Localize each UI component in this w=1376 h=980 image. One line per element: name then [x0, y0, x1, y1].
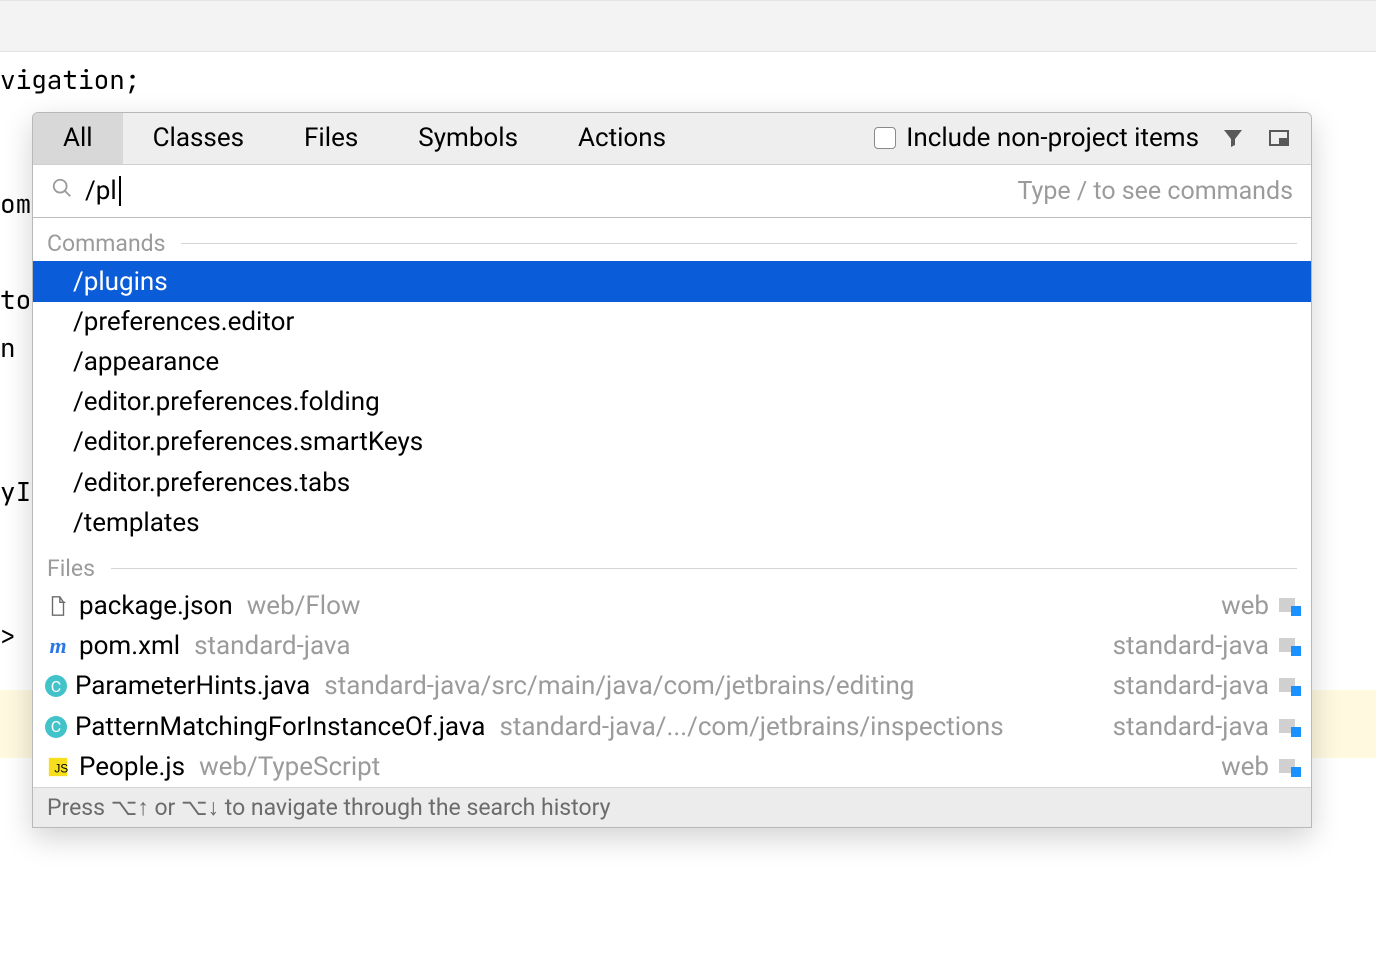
file-row[interactable]: JS People.js web/TypeScript web	[33, 747, 1311, 787]
search-everywhere-popup: All Classes Files Symbols Actions Includ…	[32, 112, 1312, 828]
js-file-icon: JS	[45, 754, 71, 780]
command-row[interactable]: /editor.preferences.tabs	[33, 463, 1311, 503]
file-module: web	[1221, 591, 1301, 621]
search-icon	[51, 176, 73, 206]
command-label: /appearance	[73, 347, 219, 377]
file-path: standard-java	[194, 631, 350, 661]
file-path: web/Flow	[247, 591, 361, 621]
divider	[111, 568, 1297, 569]
module-icon	[1279, 598, 1301, 614]
command-row[interactable]: /appearance	[33, 342, 1311, 382]
text-caret	[119, 176, 121, 206]
tab-label: Actions	[578, 123, 666, 153]
module-label: web	[1221, 591, 1269, 621]
search-hint: Type / to see commands	[1018, 177, 1294, 206]
file-module: standard-java	[1113, 712, 1301, 742]
code-fragment-left: om to n yI >	[0, 180, 35, 660]
file-module: web	[1221, 752, 1301, 782]
tabs-right-controls: Include non-project items	[874, 113, 1311, 164]
json-file-icon	[45, 593, 71, 619]
file-path: standard-java/.../com/jetbrains/inspecti…	[499, 712, 1003, 742]
open-as-toolwindow-icon[interactable]	[1267, 126, 1291, 150]
file-name: pom.xml	[79, 631, 180, 661]
code-fragment-top: vigation;	[0, 62, 140, 97]
svg-text:JS: JS	[54, 761, 68, 775]
file-row[interactable]: C PatternMatchingForInstanceOf.java stan…	[33, 707, 1311, 747]
class-file-icon: C	[45, 675, 67, 697]
module-label: web	[1221, 752, 1269, 782]
search-row: /pl Type / to see commands	[33, 165, 1311, 219]
tab-label: All	[63, 123, 93, 153]
search-tabs: All Classes Files Symbols Actions Includ…	[33, 113, 1311, 165]
file-name: package.json	[79, 591, 233, 621]
editor-toolbar	[0, 0, 1376, 52]
file-module: standard-java	[1113, 671, 1301, 701]
module-icon	[1279, 719, 1301, 735]
file-row[interactable]: package.json web/Flow web	[33, 586, 1311, 626]
tab-files[interactable]: Files	[274, 113, 388, 164]
file-module: standard-java	[1113, 631, 1301, 661]
checkbox-icon	[874, 127, 896, 149]
command-label: /preferences.editor	[73, 307, 294, 337]
tab-label: Classes	[153, 123, 244, 153]
file-row[interactable]: C ParameterHints.java standard-java/src/…	[33, 666, 1311, 706]
module-label: standard-java	[1113, 671, 1269, 701]
command-row[interactable]: /editor.preferences.folding	[33, 382, 1311, 422]
file-path: standard-java/src/main/java/com/jetbrain…	[324, 671, 914, 701]
section-label: Commands	[47, 230, 165, 257]
tab-symbols[interactable]: Symbols	[388, 113, 548, 164]
section-files-header: Files	[33, 543, 1311, 586]
file-name: People.js	[79, 752, 185, 782]
file-name: PatternMatchingForInstanceOf.java	[75, 712, 485, 742]
command-label: /editor.preferences.folding	[73, 387, 380, 417]
maven-file-icon: m	[45, 633, 71, 659]
tab-all[interactable]: All	[33, 113, 123, 164]
include-nonproject-label: Include non-project items	[906, 123, 1199, 153]
section-commands-header: Commands	[33, 218, 1311, 261]
command-row[interactable]: /templates	[33, 503, 1311, 543]
filter-icon[interactable]	[1221, 126, 1245, 150]
command-row[interactable]: /plugins	[33, 261, 1311, 301]
tab-label: Symbols	[418, 123, 518, 153]
popup-footer-hint: Press ⌥↑ or ⌥↓ to navigate through the s…	[33, 787, 1311, 827]
command-label: /templates	[73, 508, 200, 538]
divider	[181, 243, 1297, 244]
class-file-icon: C	[45, 716, 67, 738]
section-label: Files	[47, 555, 95, 582]
command-label: /editor.preferences.tabs	[73, 468, 350, 498]
tab-actions[interactable]: Actions	[548, 113, 696, 164]
command-row[interactable]: /preferences.editor	[33, 302, 1311, 342]
include-nonproject-toggle[interactable]: Include non-project items	[874, 123, 1199, 153]
command-row[interactable]: /editor.preferences.smartKeys	[33, 422, 1311, 462]
command-label: /plugins	[73, 267, 168, 297]
tab-classes[interactable]: Classes	[123, 113, 274, 164]
search-input[interactable]: /pl	[85, 176, 117, 206]
module-icon	[1279, 638, 1301, 654]
module-icon	[1279, 759, 1301, 775]
tab-label: Files	[304, 123, 358, 153]
file-row[interactable]: m pom.xml standard-java standard-java	[33, 626, 1311, 666]
file-path: web/TypeScript	[199, 752, 380, 782]
file-name: ParameterHints.java	[75, 671, 310, 701]
module-icon	[1279, 678, 1301, 694]
command-label: /editor.preferences.smartKeys	[73, 427, 423, 457]
module-label: standard-java	[1113, 712, 1269, 742]
module-label: standard-java	[1113, 631, 1269, 661]
